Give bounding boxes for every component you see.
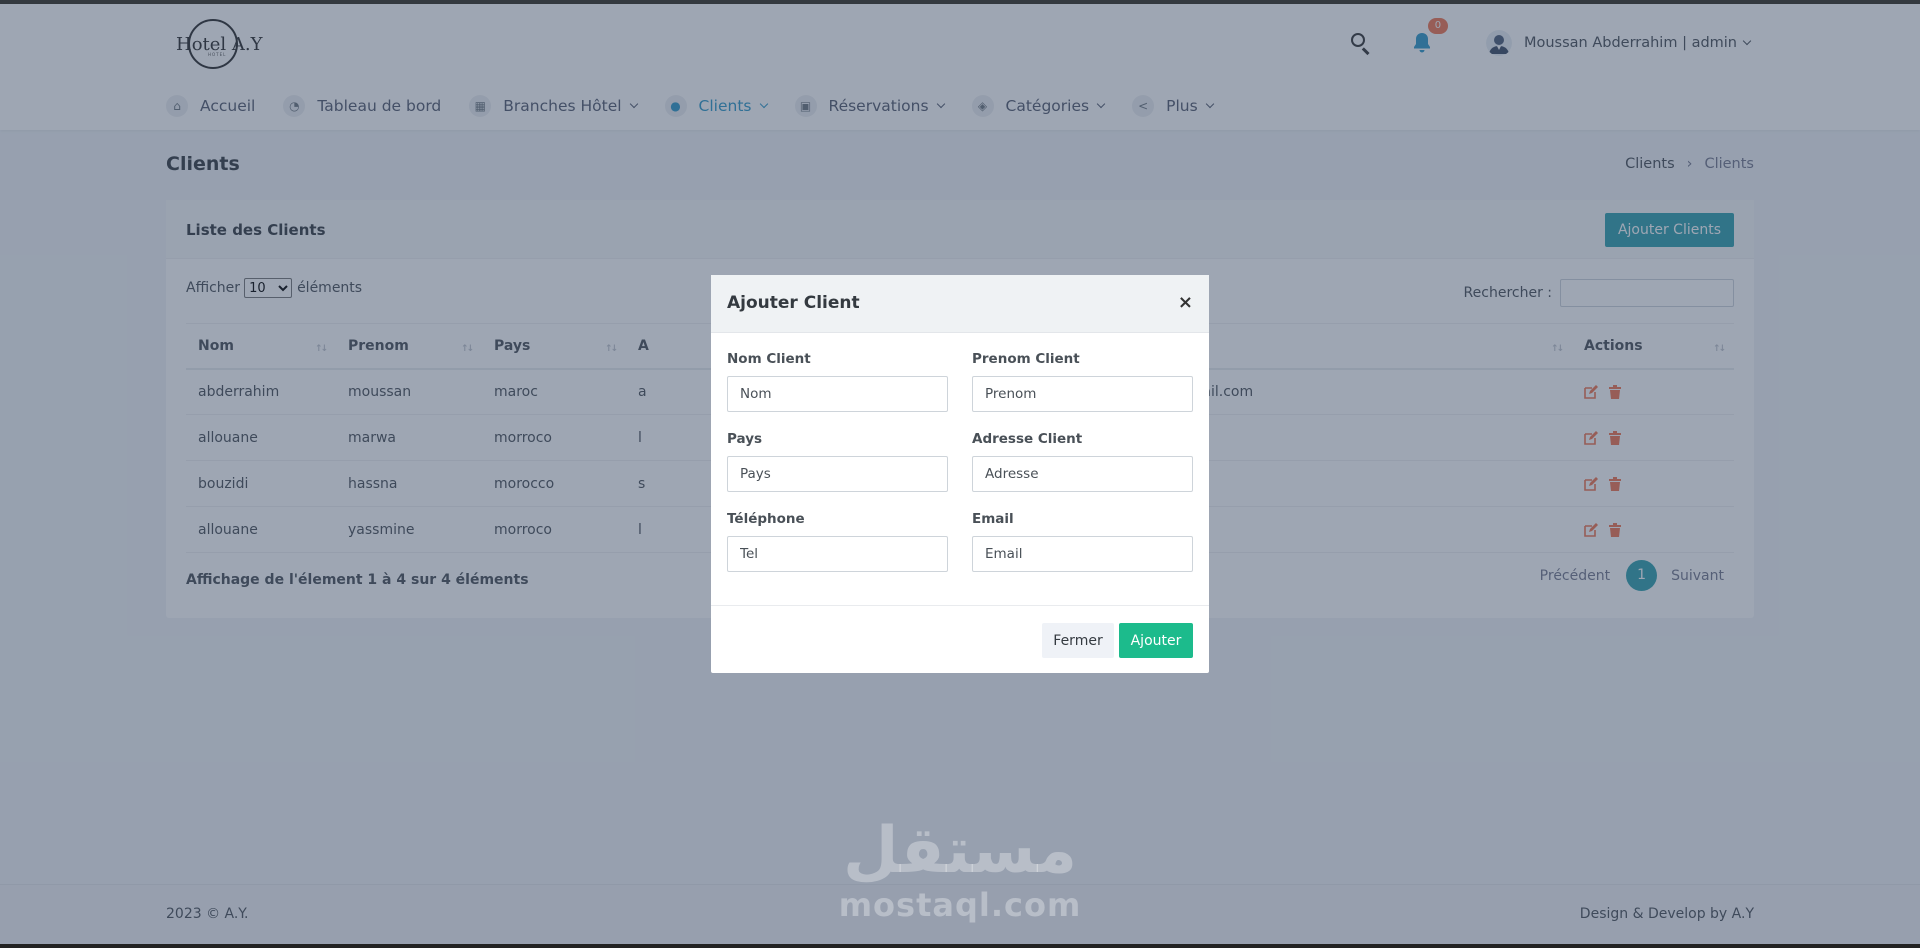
add-client-modal: Ajouter Client × Nom Client Prenom Clien… bbox=[711, 275, 1209, 673]
adresse-field: Adresse Client bbox=[972, 431, 1193, 492]
adresse-label: Adresse Client bbox=[972, 431, 1083, 447]
modal-title: Ajouter Client bbox=[727, 293, 860, 313]
prenom-field: Prenom Client bbox=[972, 351, 1193, 412]
telephone-label: Téléphone bbox=[727, 511, 805, 527]
pays-field: Pays bbox=[727, 431, 948, 492]
telephone-input[interactable] bbox=[727, 536, 948, 572]
modal-divider bbox=[711, 605, 1209, 606]
close-icon[interactable]: × bbox=[1178, 292, 1193, 313]
prenom-input[interactable] bbox=[972, 376, 1193, 412]
submit-button[interactable]: Ajouter bbox=[1119, 623, 1193, 658]
nom-field: Nom Client bbox=[727, 351, 948, 412]
email-label: Email bbox=[972, 511, 1014, 527]
pays-input[interactable] bbox=[727, 456, 948, 492]
cancel-button[interactable]: Fermer bbox=[1042, 623, 1114, 658]
telephone-field: Téléphone bbox=[727, 511, 948, 572]
email-input[interactable] bbox=[972, 536, 1193, 572]
prenom-label: Prenom Client bbox=[972, 351, 1080, 367]
window-bottom-border bbox=[0, 944, 1920, 948]
mostaql-watermark: مستقل mostaql.com bbox=[830, 816, 1090, 924]
nom-label: Nom Client bbox=[727, 351, 811, 367]
nom-input[interactable] bbox=[727, 376, 948, 412]
email-field: Email bbox=[972, 511, 1193, 572]
watermark-arabic: مستقل bbox=[842, 814, 1078, 888]
modal-header: Ajouter Client × bbox=[711, 275, 1209, 333]
pays-label: Pays bbox=[727, 431, 763, 447]
adresse-input[interactable] bbox=[972, 456, 1193, 492]
watermark-latin: mostaql.com bbox=[838, 886, 1082, 924]
